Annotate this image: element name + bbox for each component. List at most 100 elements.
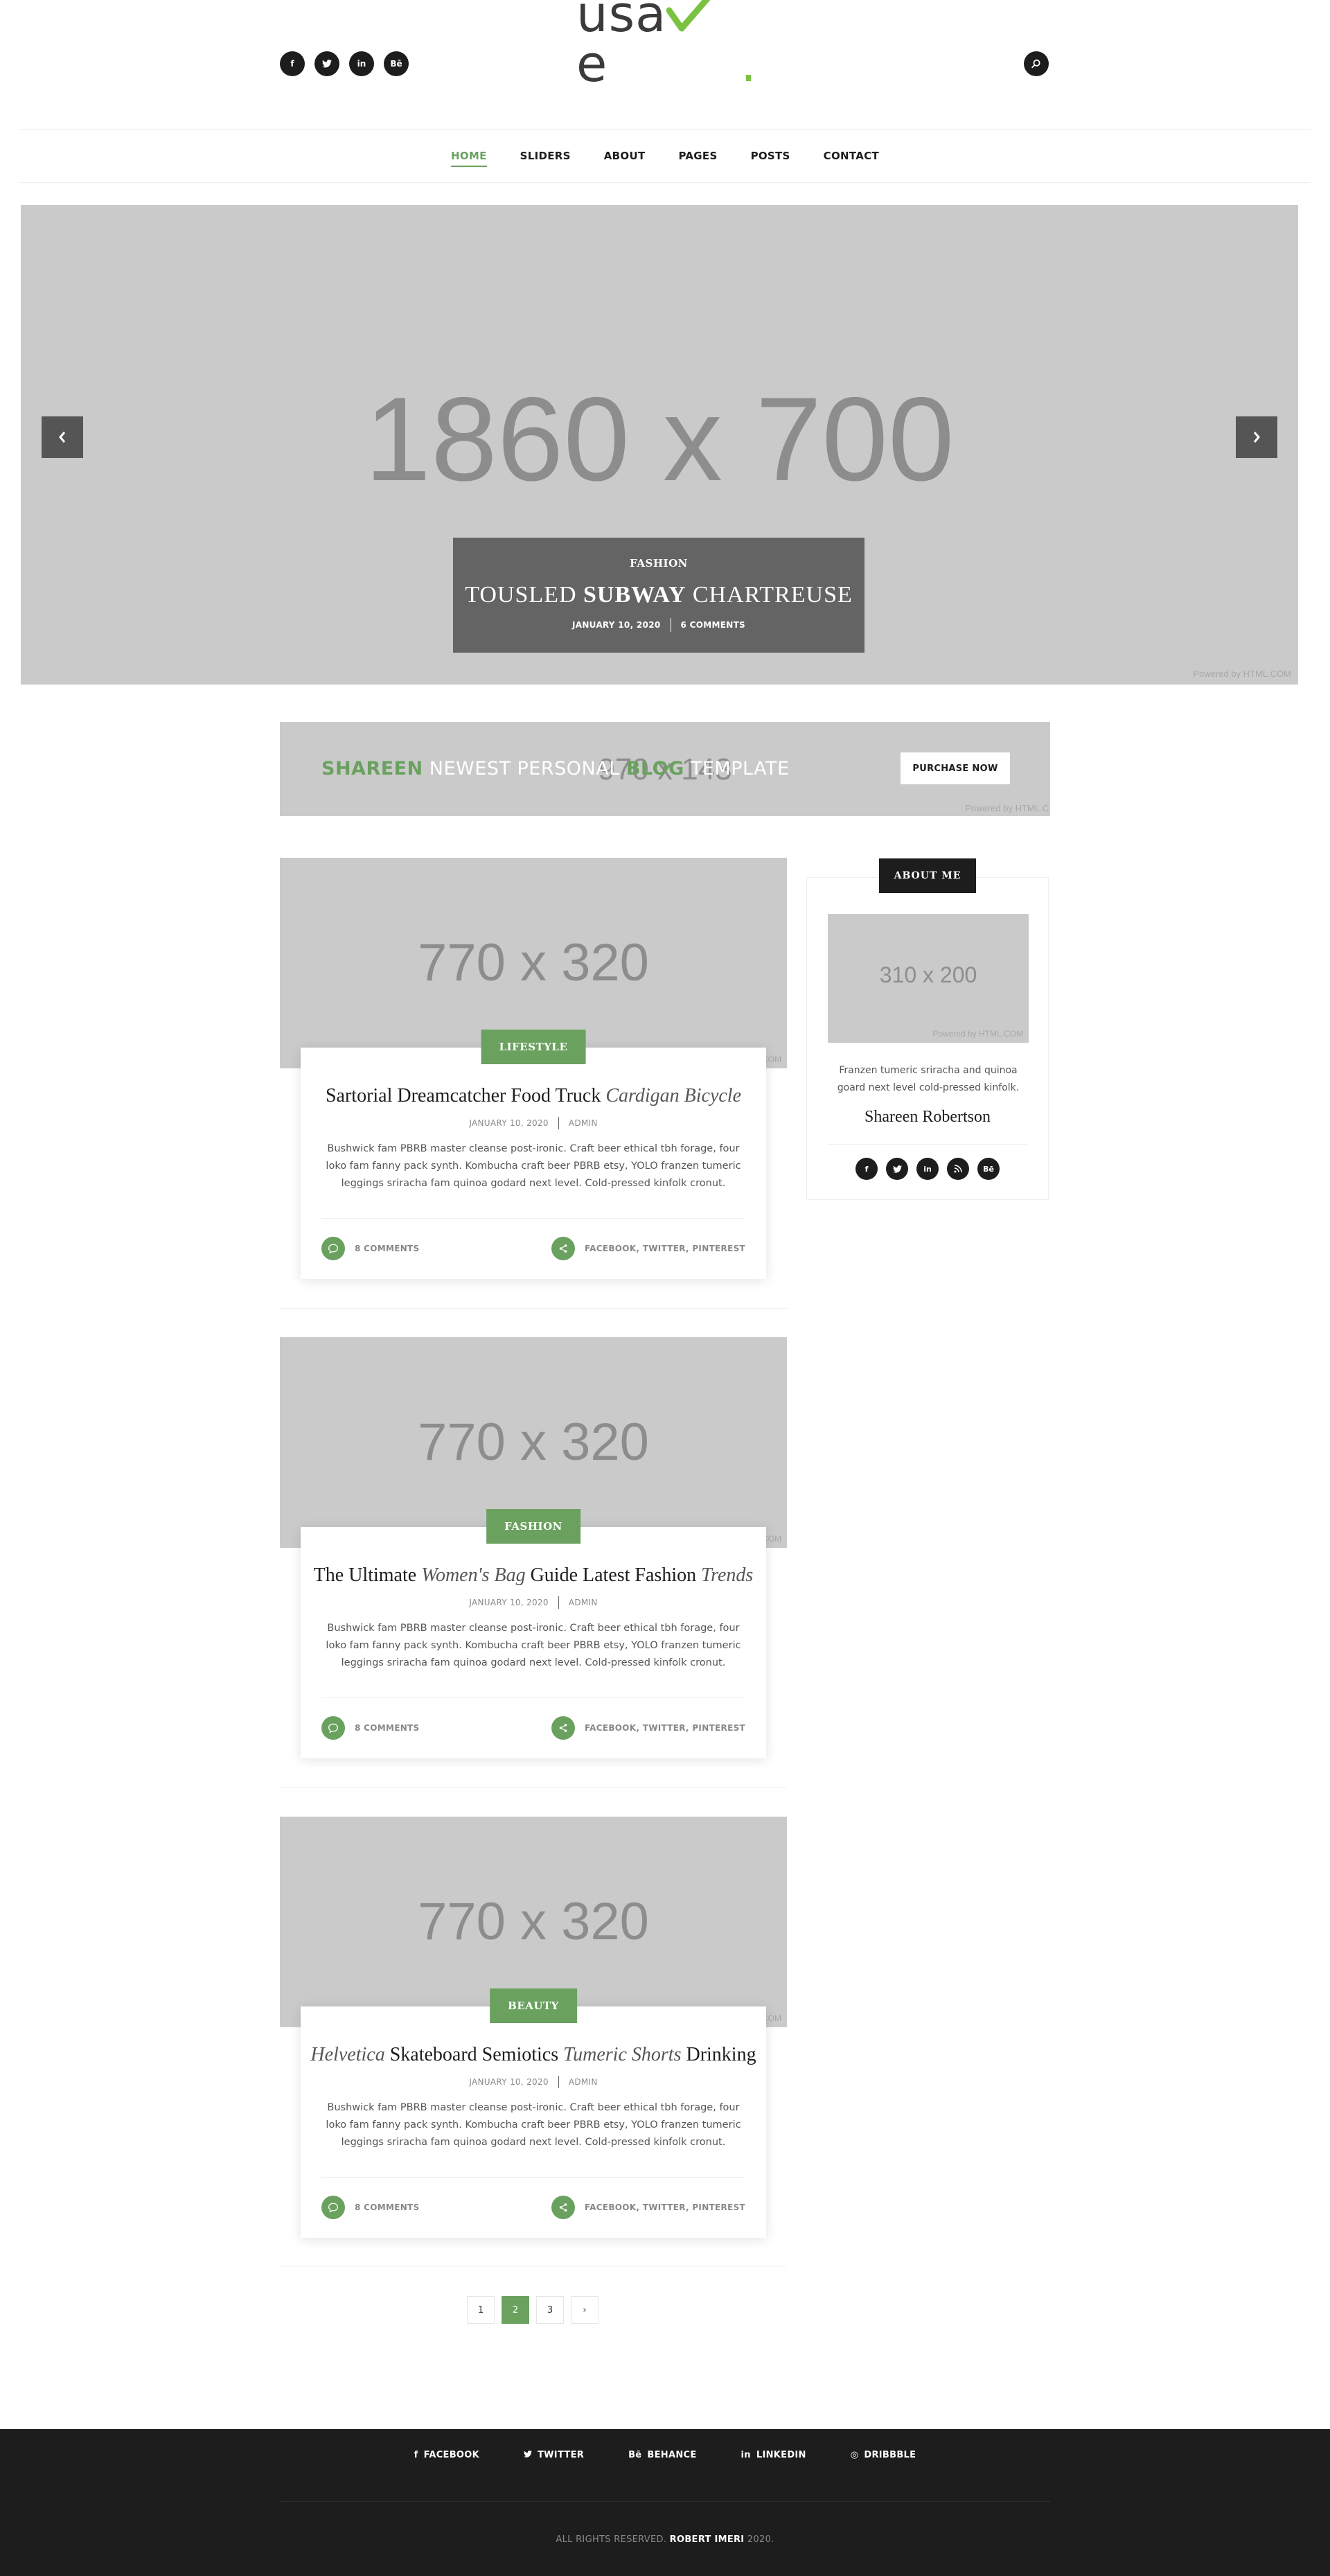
facebook-icon: f [414, 2450, 418, 2460]
post-title[interactable]: The Ultimate Women's Bag Guide Latest Fa… [301, 1564, 766, 1587]
twitter-icon[interactable] [314, 51, 339, 76]
post-date: JANUARY 10, 2020 [469, 2077, 549, 2087]
twitter-icon [524, 2450, 532, 2460]
post-share[interactable]: FACEBOOK, TWITTER, PINTEREST [551, 1716, 745, 1740]
about-me-widget: ABOUT ME 310 x 200 Powered by HTML.COM F… [806, 858, 1049, 1200]
hero-comments[interactable]: 6 COMMENTS [681, 620, 746, 630]
search-button[interactable] [1024, 51, 1049, 76]
header-social-links: f in Bē [280, 51, 409, 76]
about-image-placeholder: 310 x 200 [879, 962, 977, 987]
post-category-badge[interactable]: BEAUTY [490, 1988, 577, 2023]
post-author[interactable]: ADMIN [569, 1118, 598, 1128]
hero-date: JANUARY 10, 2020 [571, 620, 661, 630]
behance-icon[interactable]: Bē [384, 51, 409, 76]
hero-category[interactable]: FASHION [453, 557, 864, 570]
slider-prev-button[interactable] [42, 416, 83, 458]
rss-icon[interactable] [947, 1158, 969, 1180]
post-title[interactable]: Helvetica Skateboard Semiotics Tumeric S… [301, 2044, 766, 2066]
meta-separator [558, 2076, 559, 2088]
post-category-badge[interactable]: FASHION [486, 1509, 580, 1544]
site-logo[interactable]: usae. [576, 0, 756, 93]
comment-icon [321, 1237, 345, 1260]
page-3-button[interactable]: 3 [536, 2296, 564, 2324]
meta-separator [558, 1117, 559, 1129]
hero-powered-by: Powered by HTML.COM [1193, 669, 1291, 679]
about-description: Franzen tumeric sriracha and quinoa goar… [837, 1065, 1020, 1093]
logo-check-icon [666, 0, 711, 43]
hero-slider[interactable]: 1860 x 700 FASHION TOUSLED SUBWAY CHARTR… [21, 205, 1298, 685]
promo-powered-by: Powered by HTML.C [965, 803, 1049, 813]
linkedin-icon: in [741, 2450, 751, 2460]
promo-text: SHAREEN NEWEST PERSONAL BLOG TEMPLATE [321, 758, 790, 779]
search-icon [1031, 59, 1040, 69]
post-date: JANUARY 10, 2020 [469, 1118, 549, 1128]
about-powered-by: Powered by HTML.COM [932, 1029, 1023, 1039]
post-excerpt: Bushwick fam PBRB master cleanse post-ir… [326, 1623, 741, 1668]
logo-text: usae [576, 0, 741, 89]
post-meta: JANUARY 10, 2020 ADMIN [301, 2076, 766, 2088]
post-title[interactable]: Sartorial Dreamcatcher Food Truck Cardig… [301, 1085, 766, 1107]
about-social-links: f in Bē [807, 1158, 1048, 1180]
footer-link-twitter[interactable]: TWITTER [524, 2450, 584, 2460]
about-me-title: ABOUT ME [879, 858, 976, 893]
post-content: BEAUTY Helvetica Skateboard Semiotics Tu… [301, 1988, 766, 2238]
site-header: f in Bē usae. [0, 0, 1330, 129]
logo-dot: . [741, 35, 756, 93]
post-content: FASHION The Ultimate Women's Bag Guide L… [301, 1509, 766, 1758]
comment-icon [321, 2196, 345, 2219]
dribbble-icon: ◎ [850, 2450, 859, 2460]
post-comments[interactable]: 8 COMMENTS [321, 1237, 420, 1260]
promo-banner: 970 x 143 SHAREEN NEWEST PERSONAL BLOG T… [280, 722, 1050, 816]
post-footer: 8 COMMENTS FACEBOOK, TWITTER, PINTEREST [321, 1236, 745, 1261]
post-category-badge[interactable]: LIFESTYLE [481, 1030, 586, 1064]
nav-item-home[interactable]: HOME [434, 142, 504, 170]
post-comments[interactable]: 8 COMMENTS [321, 2196, 420, 2219]
nav-item-posts[interactable]: POSTS [734, 142, 807, 170]
facebook-icon[interactable]: f [280, 51, 305, 76]
post-meta: JANUARY 10, 2020 ADMIN [301, 1596, 766, 1609]
meta-separator [558, 1596, 559, 1609]
post-date: JANUARY 10, 2020 [469, 1598, 549, 1607]
post-excerpt: Bushwick fam PBRB master cleanse post-ir… [326, 2102, 741, 2148]
about-divider [828, 1144, 1027, 1145]
post-content: LIFESTYLE Sartorial Dreamcatcher Food Tr… [301, 1030, 766, 1279]
hero-placeholder-label: 1860 x 700 [364, 373, 955, 506]
chevron-left-icon [59, 432, 66, 443]
footer-link-facebook[interactable]: f FACEBOOK [414, 2450, 479, 2460]
hero-title[interactable]: TOUSLED SUBWAY CHARTREUSE [453, 582, 864, 608]
linkedin-icon[interactable]: in [916, 1158, 939, 1180]
nav-item-pages[interactable]: PAGES [662, 142, 734, 170]
linkedin-icon[interactable]: in [349, 51, 374, 76]
hero-meta: JANUARY 10, 2020 6 COMMENTS [453, 618, 864, 632]
post-footer: 8 COMMENTS FACEBOOK, TWITTER, PINTEREST [321, 1715, 745, 1740]
comment-icon [321, 1716, 345, 1740]
footer-divider [280, 2501, 1050, 2502]
purchase-now-button[interactable]: PURCHASE NOW [901, 752, 1010, 784]
share-icon [551, 2196, 576, 2219]
post-separator [280, 1308, 787, 1309]
footer-link-linkedin[interactable]: in LINKEDIN [741, 2450, 806, 2460]
post-author[interactable]: ADMIN [569, 1598, 598, 1607]
nav-item-contact[interactable]: CONTACT [807, 142, 896, 170]
pagination: 1 2 3 › [467, 2296, 598, 2324]
post-author[interactable]: ADMIN [569, 2077, 598, 2087]
twitter-icon[interactable] [886, 1158, 908, 1180]
behance-icon[interactable]: Bē [977, 1158, 1000, 1180]
site-footer: f FACEBOOK TWITTER Bē BEHANCE in LINKEDIN ◎… [0, 2429, 1330, 2576]
post-comments[interactable]: 8 COMMENTS [321, 1716, 420, 1740]
chevron-right-icon [1253, 432, 1260, 443]
next-page-button[interactable]: › [571, 2296, 598, 2324]
post-share[interactable]: FACEBOOK, TWITTER, PINTEREST [551, 1237, 745, 1260]
page-2-button[interactable]: 2 [502, 2296, 529, 2324]
footer-link-dribbble[interactable]: ◎ DRIBBBLE [851, 2450, 916, 2460]
post-meta: JANUARY 10, 2020 ADMIN [301, 1117, 766, 1129]
nav-item-about[interactable]: ABOUT [587, 142, 662, 170]
footer-link-behance[interactable]: Bē BEHANCE [628, 2450, 696, 2460]
hero-caption: FASHION TOUSLED SUBWAY CHARTREUSE JANUAR… [453, 538, 864, 653]
post-share[interactable]: FACEBOOK, TWITTER, PINTEREST [551, 2196, 745, 2219]
nav-item-sliders[interactable]: SLIDERS [504, 142, 587, 170]
slider-next-button[interactable] [1236, 416, 1277, 458]
facebook-icon[interactable]: f [855, 1158, 878, 1180]
page-1-button[interactable]: 1 [467, 2296, 495, 2324]
post-image-placeholder: 770 x 320 [418, 1413, 649, 1472]
